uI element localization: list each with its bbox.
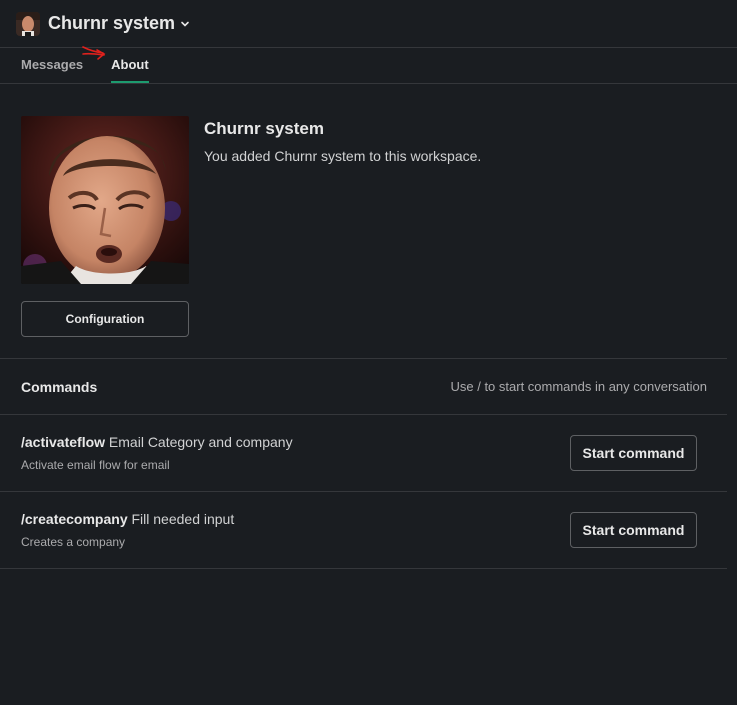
start-command-button[interactable]: Start command: [570, 435, 697, 471]
command-name: /createcompany: [21, 511, 128, 527]
command-args: Fill needed input: [127, 511, 235, 527]
app-profile: Configuration Churnr system You added Ch…: [0, 84, 737, 337]
start-command-button[interactable]: Start command: [570, 512, 697, 548]
app-avatar[interactable]: [16, 11, 40, 36]
command-row: /activateflow Email Category and company…: [0, 414, 727, 491]
command-row: /createcompany Fill needed input Creates…: [0, 491, 727, 568]
app-window: Churnr system Messages About Configurati…: [0, 0, 737, 705]
app-profile-image: [21, 116, 189, 284]
command-description: Activate email flow for email: [21, 458, 170, 472]
app-description: You added Churnr system to this workspac…: [204, 148, 482, 164]
commands-hint: Use / to start commands in any conversat…: [450, 379, 707, 394]
commands-title: Commands: [21, 378, 98, 395]
app-title[interactable]: Churnr system: [48, 13, 175, 34]
chevron-down-icon[interactable]: [180, 19, 190, 29]
command-args: Email Category and company: [105, 434, 293, 450]
configuration-button[interactable]: Configuration: [21, 301, 189, 337]
app-name: Churnr system: [204, 119, 324, 138]
tab-messages[interactable]: Messages: [21, 57, 83, 83]
command-description: Creates a company: [21, 535, 126, 549]
section-divider: [0, 568, 727, 569]
command-name: /activateflow: [21, 434, 106, 450]
channel-header: Churnr system: [0, 0, 737, 48]
tab-about[interactable]: About: [111, 57, 149, 83]
commands-header: Commands Use / to start commands in any …: [0, 359, 737, 414]
tab-bar: Messages About: [0, 46, 737, 84]
annotation-arrow-icon: [82, 46, 106, 60]
